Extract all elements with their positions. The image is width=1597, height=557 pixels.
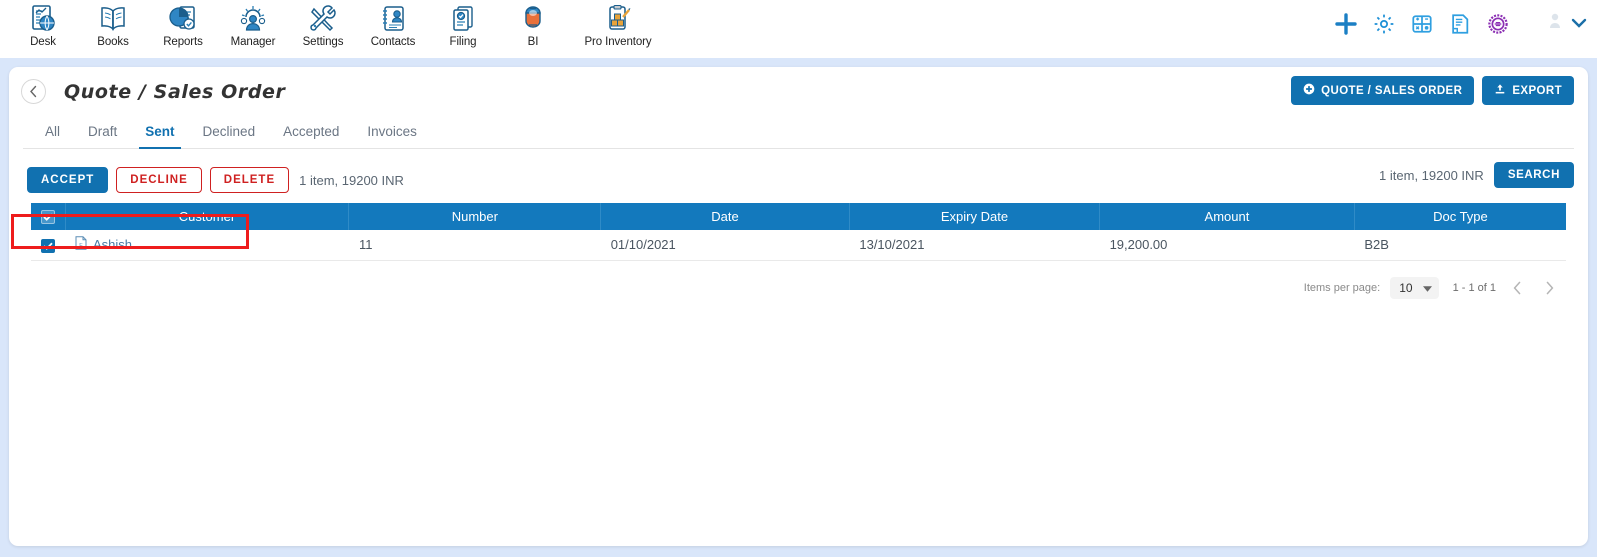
app-tile-label: Books [97,36,129,48]
row-select-cell[interactable] [31,230,65,261]
back-button[interactable] [21,79,46,104]
app-tile-pro-inventory[interactable]: Pro Inventory [568,0,668,48]
summary-left: 1 item, 19200 INR [299,172,404,188]
avatar [1549,12,1561,35]
app-tile-reports[interactable]: Reports [148,0,218,48]
manager-icon [238,2,268,35]
cell-customer[interactable]: F Ashish [65,230,349,261]
bulk-action-group: ACCEPT DECLINE DELETE [23,164,293,196]
tab-invoices[interactable]: Invoices [353,120,431,148]
seal-icon[interactable] [1487,13,1509,35]
app-tile-desk[interactable]: Desk [8,0,78,48]
select-all-header[interactable] [31,203,66,230]
calculator-icon[interactable] [1411,13,1433,35]
page-header-actions: QUOTE / SALES ORDER EXPORT [1291,76,1574,105]
gear-icon[interactable] [1373,13,1395,35]
table-row[interactable]: F Ashish 11 01/10/2021 13/10/2021 19,200… [31,230,1566,261]
customer-name: Ashish [93,237,133,253]
row-checkbox[interactable] [41,238,55,253]
table-header-row: Customer Number Date Expiry Date Amount … [31,203,1566,230]
tab-sent[interactable]: Sent [131,120,188,149]
upload-icon [1494,83,1506,98]
column-header-expiry-date[interactable]: Expiry Date [849,203,1101,230]
app-tile-contacts[interactable]: Contacts [358,0,428,48]
bi-icon [518,2,548,35]
tab-declined[interactable]: Declined [189,120,270,148]
app-tile-label: Filing [449,36,477,48]
app-tile-manager[interactable]: Manager [218,0,288,48]
page-range-label: 1 - 1 of 1 [1452,281,1496,294]
page-title: Quote / Sales Order [64,80,286,103]
search-area: 1 item, 19200 INR SEARCH [1379,162,1574,188]
cell-date: 01/10/2021 [600,230,850,261]
tab-draft[interactable]: Draft [74,120,131,148]
orders-table-wrapper: Customer Number Date Expiry Date Amount … [9,197,1588,261]
app-tile-label: Reports [163,36,203,48]
app-tile-books[interactable]: Books [78,0,148,48]
column-header-customer[interactable]: Customer [65,203,350,230]
app-tile-label: Pro Inventory [584,36,652,48]
app-tile-label: Settings [302,36,344,48]
column-header-date[interactable]: Date [600,203,850,230]
user-menu[interactable] [1549,12,1587,35]
filing-icon [448,2,478,35]
pro-inventory-icon [603,2,633,35]
chevron-down-icon[interactable] [1571,15,1587,33]
contacts-icon [378,2,408,35]
delete-button[interactable]: DELETE [209,167,290,193]
export-label: EXPORT [1512,84,1562,97]
cell-expiry-date: 13/10/2021 [849,230,1100,261]
table-head: Customer Number Date Expiry Date Amount … [31,203,1566,230]
orders-table: Customer Number Date Expiry Date Amount … [31,203,1566,261]
items-per-page-value: 10 [1399,280,1413,295]
table-body: F Ashish 11 01/10/2021 13/10/2021 19,200… [31,230,1566,261]
prev-page-button[interactable] [1506,277,1528,299]
app-tile-label: BI [527,36,539,48]
tab-accepted[interactable]: Accepted [269,120,353,148]
app-tile-filing[interactable]: Filing [428,0,498,48]
app-toolbar-actions [1335,12,1587,35]
tab-bar: All Draft Sent Declined Accepted Invoice… [23,110,1574,149]
app-tile-bi[interactable]: BI [498,0,568,48]
search-button[interactable]: SEARCH [1493,162,1574,188]
items-per-page-select[interactable]: 10 [1390,276,1439,299]
summary-right: 1 item, 19200 INR [1379,167,1484,183]
app-tile-label: Desk [30,36,56,48]
new-quote-sales-order-label: QUOTE / SALES ORDER [1321,84,1463,97]
items-per-page-label: Items per page: [1303,281,1381,294]
paginator: Items per page: 10 1 - 1 of 1 [9,261,1588,299]
add-icon[interactable] [1335,12,1357,35]
app-tile-list: Desk Books Reports Manager Settings Cont… [8,0,668,48]
next-page-button[interactable] [1538,277,1560,299]
cell-doc-type: B2B [1354,230,1566,261]
accept-button[interactable]: ACCEPT [27,167,109,193]
cell-number: 11 [348,230,601,261]
export-button[interactable]: EXPORT [1482,76,1574,105]
column-header-amount[interactable]: Amount [1099,203,1355,230]
books-icon [98,2,128,35]
new-quote-sales-order-button[interactable]: QUOTE / SALES ORDER [1291,76,1475,105]
cell-amount: 19,200.00 [1099,230,1355,261]
select-all-checkbox[interactable] [40,210,55,225]
decline-button[interactable]: DECLINE [116,167,202,193]
notes-icon[interactable] [1449,13,1471,35]
plus-circle-icon [1303,83,1315,98]
chevron-down-icon [1422,281,1432,295]
bulk-action-bar: ACCEPT DECLINE DELETE 1 item, 19200 INR … [9,149,1588,197]
page-background: Quote / Sales Order QUOTE / SALES ORDER [0,58,1597,557]
reports-icon [168,2,198,35]
file-icon: F [75,236,87,253]
column-header-number[interactable]: Number [348,203,602,230]
app-tile-settings[interactable]: Settings [288,0,358,48]
settings-icon [308,2,338,35]
app-tile-label: Manager [230,36,276,48]
app-tile-label: Contacts [370,36,416,48]
tab-all[interactable]: All [31,120,74,148]
content-card: Quote / Sales Order QUOTE / SALES ORDER [9,67,1588,546]
desk-icon [29,2,57,35]
svg-text:F: F [79,243,83,249]
page-header: Quote / Sales Order QUOTE / SALES ORDER [9,67,1588,105]
column-header-doc-type[interactable]: Doc Type [1354,203,1566,230]
app-toolbar: Desk Books Reports Manager Settings Cont… [0,0,1597,58]
